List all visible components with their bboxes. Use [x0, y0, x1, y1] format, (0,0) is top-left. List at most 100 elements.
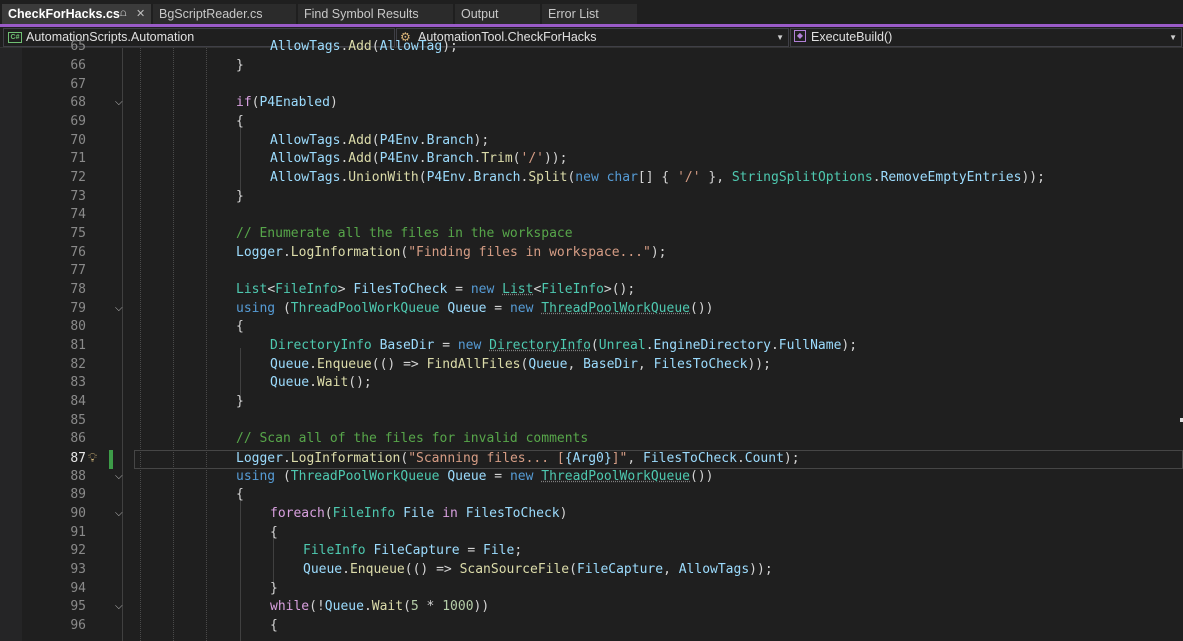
- document-tab-strip: CheckForHacks.cs ⩍ ✕ BgScriptReader.cs F…: [0, 0, 1183, 27]
- tab-label: Find Symbol Results: [304, 7, 419, 21]
- line-number: 86: [70, 431, 86, 446]
- line-number: 76: [70, 245, 86, 260]
- code-text: Queue.Enqueue(() => ScanSourceFile(FileC…: [303, 562, 773, 577]
- code-line: 77: [0, 262, 1183, 281]
- code-text: {: [236, 319, 244, 334]
- line-number: 65: [70, 39, 86, 54]
- code-text: }: [236, 189, 244, 204]
- line-number: 78: [70, 282, 86, 297]
- line-number: 93: [70, 562, 86, 577]
- code-text: Logger.LogInformation("Finding files in …: [236, 245, 667, 260]
- code-editor[interactable]: 65 AllowTags.Add(AllowTag); 66 } 67 68 ⌵…: [0, 39, 1183, 641]
- chevron-down-icon[interactable]: ⌵: [115, 304, 127, 314]
- line-number: 82: [70, 357, 86, 372]
- code-comment: // Scan all of the files for invalid com…: [236, 431, 589, 446]
- line-number: 72: [70, 170, 86, 185]
- line-number: 90: [70, 506, 86, 521]
- line-number: 80: [70, 319, 86, 334]
- line-number: 67: [70, 77, 86, 92]
- line-number: 69: [70, 114, 86, 129]
- line-number: 92: [70, 543, 86, 558]
- line-number: 95: [70, 599, 86, 614]
- line-number: 88: [70, 469, 86, 484]
- code-line: 68 ⌵ if(P4Enabled): [0, 94, 1183, 113]
- line-number: 66: [70, 58, 86, 73]
- tab-label: Output: [461, 7, 499, 21]
- line-number: 96: [70, 618, 86, 633]
- change-indicator: [109, 450, 113, 469]
- line-number: 73: [70, 189, 86, 204]
- code-line: 83 Queue.Wait();: [0, 374, 1183, 393]
- line-number: 70: [70, 133, 86, 148]
- line-number: 94: [70, 581, 86, 596]
- line-number: 87: [70, 451, 86, 466]
- line-number: 68: [70, 95, 86, 110]
- code-text: using (ThreadPoolWorkQueue Queue = new T…: [236, 301, 714, 316]
- line-number: 91: [70, 525, 86, 540]
- code-text: AllowTags.Add(AllowTag);: [270, 39, 458, 54]
- tab-label: Error List: [548, 7, 599, 21]
- code-text: {: [236, 487, 244, 502]
- chevron-down-icon[interactable]: ⌵: [115, 509, 127, 519]
- code-text: AllowTags.Add(P4Env.Branch.Trim('/'));: [270, 151, 568, 166]
- tab-label: CheckForHacks.cs: [8, 7, 120, 21]
- code-text: Queue.Enqueue(() => FindAllFiles(Queue, …: [270, 357, 771, 372]
- line-number: 77: [70, 263, 86, 278]
- line-number: 79: [70, 301, 86, 316]
- pin-icon[interactable]: ⩍: [120, 4, 132, 24]
- code-line: 71 AllowTags.Add(P4Env.Branch.Trim('/'))…: [0, 150, 1183, 169]
- tab-output[interactable]: Output: [455, 4, 541, 24]
- tab-find-symbol-results[interactable]: Find Symbol Results: [298, 4, 454, 24]
- code-line: 93 Queue.Enqueue(() => ScanSourceFile(Fi…: [0, 561, 1183, 580]
- line-number: 71: [70, 151, 86, 166]
- code-text: {: [270, 618, 278, 633]
- code-line: 80 {: [0, 318, 1183, 337]
- code-line: 89 {: [0, 486, 1183, 505]
- tab-error-list[interactable]: Error List: [542, 4, 638, 24]
- chevron-down-icon[interactable]: ⌵: [115, 98, 127, 108]
- code-line: 91 {: [0, 524, 1183, 543]
- code-text: List<FileInfo> FilesToCheck = new List<F…: [236, 282, 636, 297]
- code-line: 79 ⌵ using (ThreadPoolWorkQueue Queue = …: [0, 300, 1183, 319]
- code-line: 70 AllowTags.Add(P4Env.Branch);: [0, 132, 1183, 151]
- code-line: 74: [0, 206, 1183, 225]
- code-line: 65 AllowTags.Add(AllowTag);: [0, 38, 1183, 57]
- code-text: }: [236, 58, 244, 73]
- close-icon[interactable]: ✕: [136, 4, 148, 24]
- code-line: 88 ⌵ using (ThreadPoolWorkQueue Queue = …: [0, 468, 1183, 487]
- tab-bgscriptreader[interactable]: BgScriptReader.cs: [153, 4, 297, 24]
- code-line: 78 List<FileInfo> FilesToCheck = new Lis…: [0, 281, 1183, 300]
- code-line: 73 }: [0, 188, 1183, 207]
- code-text: foreach(FileInfo File in FilesToCheck): [270, 506, 568, 521]
- code-text: DirectoryInfo BaseDir = new DirectoryInf…: [270, 338, 858, 353]
- line-number: 81: [70, 338, 86, 353]
- line-number: 84: [70, 394, 86, 409]
- chevron-down-icon[interactable]: ⌵: [115, 602, 127, 612]
- code-line-current: 87 💡︎ Logger.LogInformation("Scanning fi…: [0, 450, 1183, 469]
- code-line: 92 FileInfo FileCapture = File;: [0, 542, 1183, 561]
- code-line: 85: [0, 412, 1183, 431]
- line-number: 75: [70, 226, 86, 241]
- code-comment: // Enumerate all the files in the worksp…: [236, 226, 573, 241]
- tab-checkforhacks[interactable]: CheckForHacks.cs ⩍ ✕: [2, 4, 152, 24]
- lightbulb-icon[interactable]: 💡︎: [88, 451, 102, 466]
- code-line: 69 {: [0, 113, 1183, 132]
- line-number: 83: [70, 375, 86, 390]
- code-line: 84 }: [0, 393, 1183, 412]
- code-line: 90 ⌵ foreach(FileInfo File in FilesToChe…: [0, 505, 1183, 524]
- code-line: 94 }: [0, 580, 1183, 599]
- code-line: 67: [0, 76, 1183, 95]
- code-line: 96 {: [0, 617, 1183, 636]
- code-line: 86 // Scan all of the files for invalid …: [0, 430, 1183, 449]
- line-number: 74: [70, 207, 86, 222]
- chevron-down-icon[interactable]: ⌵: [115, 472, 127, 482]
- code-text: {: [270, 525, 278, 540]
- line-number: 89: [70, 487, 86, 502]
- code-text: Logger.LogInformation("Scanning files...…: [236, 451, 800, 466]
- code-text: Queue.Wait();: [270, 375, 372, 390]
- code-text: AllowTags.UnionWith(P4Env.Branch.Split(n…: [270, 170, 1045, 185]
- code-line: 95 ⌵ while(!Queue.Wait(5 * 1000)): [0, 598, 1183, 617]
- code-text: }: [236, 394, 244, 409]
- code-text: if(P4Enabled): [236, 95, 338, 110]
- code-text: }: [270, 581, 278, 596]
